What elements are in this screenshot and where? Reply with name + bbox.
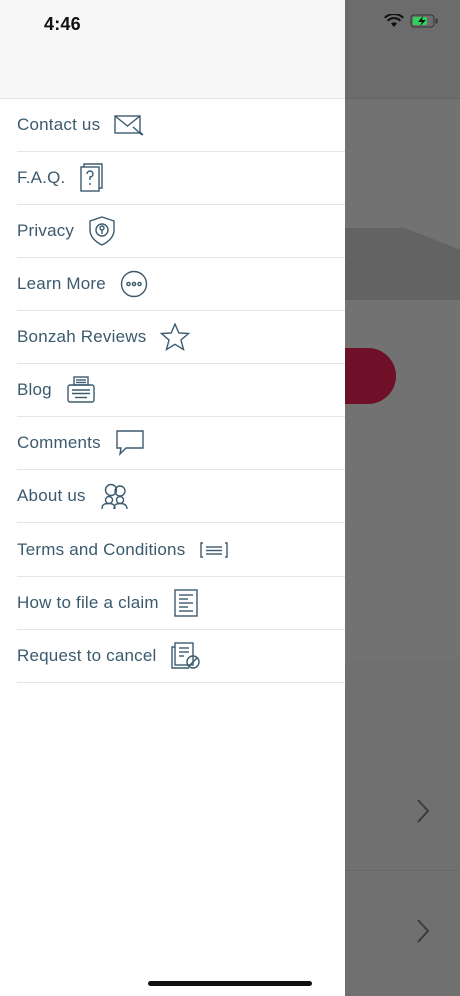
more-circle-icon (120, 270, 148, 298)
home-indicator[interactable] (148, 981, 312, 986)
form-document-icon (173, 588, 199, 618)
menu-item-label: Contact us (17, 115, 101, 134)
chevron-right-icon (417, 919, 430, 943)
envelope-icon (114, 114, 144, 136)
menu-item-label: Terms and Conditions (17, 540, 186, 559)
menu-item-label: Privacy (17, 221, 75, 240)
menu-item-label: Blog (17, 380, 52, 399)
chevron-right-icon (417, 799, 430, 823)
drawer-header: 4:46 (0, 0, 345, 99)
star-icon (160, 323, 191, 351)
menu-item-request-to-cancel[interactable]: Request to cancel (17, 630, 345, 683)
menu-item-learn-more[interactable]: Learn More (17, 258, 345, 311)
menu-item-label: Learn More (17, 274, 106, 293)
question-document-icon (79, 163, 105, 193)
cancel-document-icon (170, 641, 202, 671)
menu-item-about-us[interactable]: About us (17, 470, 345, 523)
menu-item-faq[interactable]: F.A.Q. (17, 152, 345, 205)
text-lines-icon (199, 541, 229, 559)
side-drawer: 4:46 Contact us F.A.Q. Privacy Learn Mor… (0, 0, 345, 996)
menu-item-comments[interactable]: Comments (17, 417, 345, 470)
typewriter-icon (66, 376, 96, 404)
menu-item-label: Comments (17, 433, 101, 452)
shield-icon (88, 216, 116, 246)
menu-item-label: F.A.Q. (17, 168, 66, 187)
menu-item-privacy[interactable]: Privacy (17, 205, 345, 258)
menu-item-how-to-file-a-claim[interactable]: How to file a claim (17, 577, 345, 630)
speech-bubble-icon (115, 429, 145, 457)
menu-item-blog[interactable]: Blog (17, 364, 345, 417)
menu-item-bonzah-reviews[interactable]: Bonzah Reviews (17, 311, 345, 364)
people-icon (100, 482, 130, 510)
menu-item-label: How to file a claim (17, 593, 159, 612)
menu-item-terms-and-conditions[interactable]: Terms and Conditions (17, 524, 345, 577)
menu-item-label: About us (17, 486, 86, 505)
menu-item-label: Bonzah Reviews (17, 327, 147, 346)
battery-charging-icon (410, 14, 438, 28)
status-indicators (384, 14, 438, 28)
menu-item-contact-us[interactable]: Contact us (17, 99, 345, 152)
status-time: 4:46 (44, 14, 81, 34)
wifi-icon (384, 14, 404, 27)
menu-item-label: Request to cancel (17, 646, 157, 665)
